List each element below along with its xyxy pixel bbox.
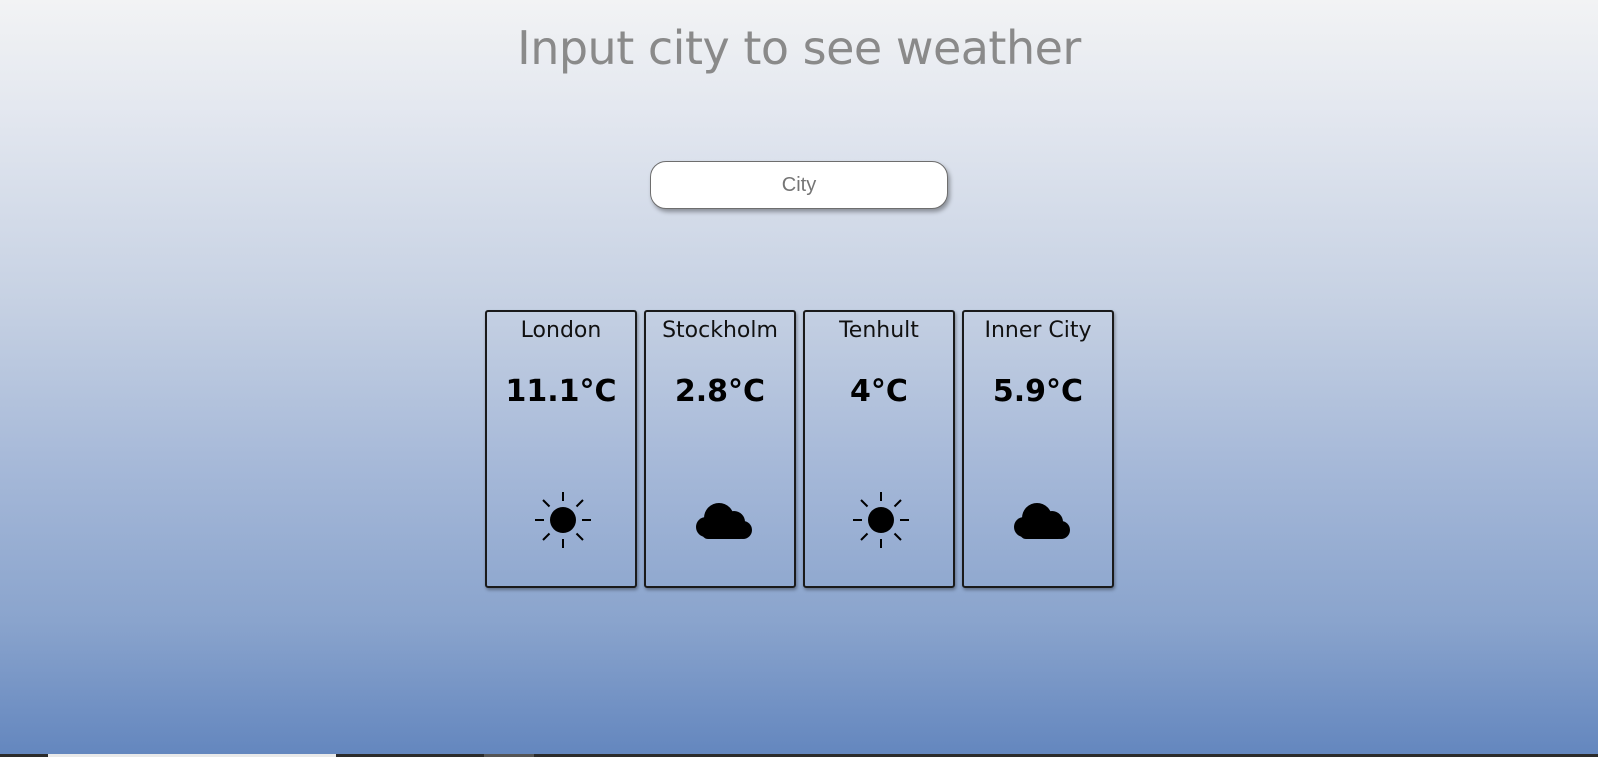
- card-city-name: Stockholm: [662, 318, 778, 343]
- card-city-name: Inner City: [984, 318, 1092, 343]
- cloud-icon: [692, 490, 752, 550]
- card-city-name: London: [520, 318, 602, 343]
- card-temperature: 4°C: [850, 374, 908, 409]
- weather-card-london[interactable]: London 11.1°C: [485, 310, 637, 588]
- page-title: Input city to see weather: [517, 21, 1081, 75]
- card-temperature: 5.9°C: [992, 374, 1084, 409]
- weather-card-tenhult[interactable]: Tenhult 4°C: [803, 310, 955, 588]
- cloud-icon: [1010, 490, 1070, 550]
- weather-card-inner-city[interactable]: Inner City 5.9°C: [962, 310, 1114, 588]
- search-container: [650, 161, 950, 211]
- sun-icon: [851, 490, 911, 550]
- weather-cards: London 11.1°C Stockholm 2.8°C Tenhult 4°…: [485, 310, 1114, 588]
- card-temperature: 11.1°C: [505, 374, 617, 409]
- card-city-name: Tenhult: [839, 318, 919, 343]
- card-temperature: 2.8°C: [674, 374, 766, 409]
- sun-icon: [533, 490, 593, 550]
- city-search-input[interactable]: [650, 161, 948, 209]
- weather-card-stockholm[interactable]: Stockholm 2.8°C: [644, 310, 796, 588]
